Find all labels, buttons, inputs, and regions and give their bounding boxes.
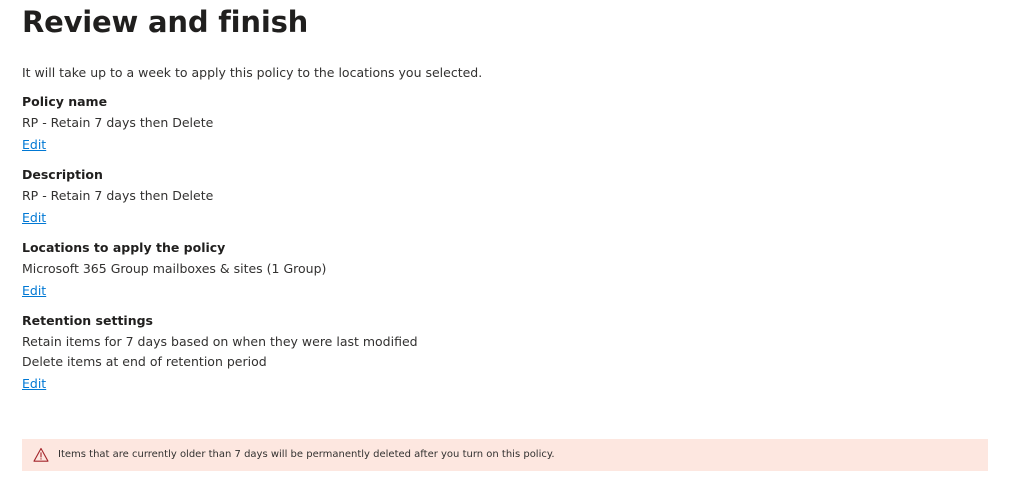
review-and-finish-page: Review and finish It will take up to a w… — [0, 0, 1024, 494]
edit-locations-link[interactable]: Edit — [22, 283, 46, 299]
section-heading: Retention settings — [22, 313, 153, 328]
section-value: Microsoft 365 Group mailboxes & sites (1… — [22, 261, 327, 276]
warning-icon — [33, 447, 49, 463]
section-value: RP - Retain 7 days then Delete — [22, 188, 214, 203]
section-value: Retain items for 7 days based on when th… — [22, 334, 418, 349]
warning-text: Items that are currently older than 7 da… — [58, 449, 555, 460]
section-heading: Description — [22, 167, 103, 182]
edit-retention-settings-link[interactable]: Edit — [22, 376, 46, 392]
section-description: Description RP - Retain 7 days then Dele… — [22, 167, 1024, 226]
section-heading: Policy name — [22, 94, 108, 109]
section-value: RP - Retain 7 days then Delete — [22, 115, 214, 130]
edit-policy-name-link[interactable]: Edit — [22, 137, 46, 153]
page-title: Review and finish — [22, 5, 309, 39]
section-retention-settings: Retention settings Retain items for 7 da… — [22, 313, 1024, 392]
section-heading: Locations to apply the policy — [22, 240, 226, 255]
section-policy-name: Policy name RP - Retain 7 days then Dele… — [22, 94, 1024, 153]
intro-text: It will take up to a week to apply this … — [22, 65, 483, 80]
warning-icon-graphic — [33, 447, 49, 462]
edit-description-link[interactable]: Edit — [22, 210, 46, 226]
section-value: Delete items at end of retention period — [22, 354, 267, 369]
warning-message-bar: Items that are currently older than 7 da… — [22, 439, 988, 471]
section-locations: Locations to apply the policy Microsoft … — [22, 240, 1024, 299]
